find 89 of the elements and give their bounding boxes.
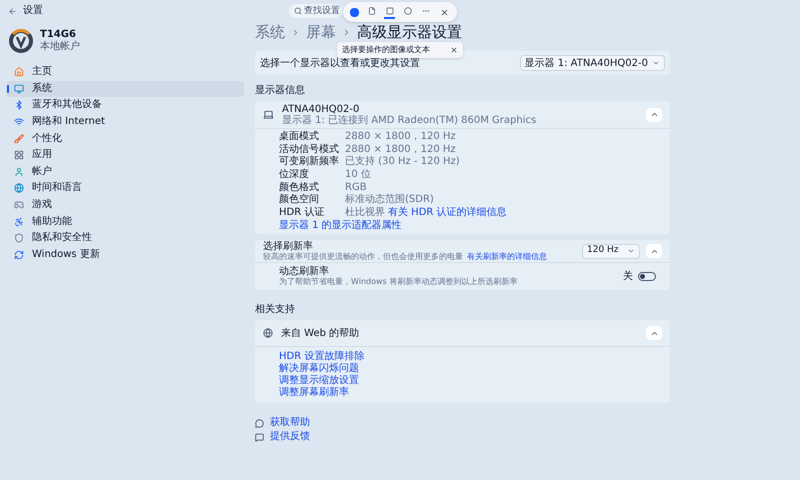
sidebar-item[interactable]: 蓝牙和其他设备 <box>6 97 244 114</box>
dynamic-refresh-title: 动态刷新率 <box>279 266 330 278</box>
account-name: T14G6 <box>40 29 77 40</box>
sidebar-item[interactable]: 应用 <box>6 146 244 164</box>
info-value: 2880 × 1800，120 Hz <box>345 144 456 155</box>
chat-icon <box>255 418 264 428</box>
refresh-rate-description: 较高的速率可提供更流畅的动作，但也会使用更多的电量 <box>263 252 463 262</box>
help-card-title: 来自 Web 的帮助 <box>281 326 360 341</box>
section-heading: 相关支持 <box>255 302 296 318</box>
sidebar-item[interactable]: 辅助功能 <box>6 213 244 230</box>
rectangle-icon <box>386 7 394 15</box>
separator-icon <box>291 28 300 36</box>
info-value: 标准动态范围(SDR) <box>345 195 434 206</box>
gamepad-icon <box>14 200 24 210</box>
collapse-button[interactable] <box>646 108 662 122</box>
sidebar-item[interactable]: 网络和 Internet <box>6 114 244 130</box>
info-label: 颜色格式 <box>279 182 320 193</box>
sidebar-item[interactable]: 帐户 <box>6 164 244 180</box>
display-select-label: 选择一个显示器以查看或更改其设置 <box>260 56 420 70</box>
update-icon <box>14 250 24 260</box>
apps-icon <box>14 150 24 160</box>
sidebar-item[interactable]: Windows 更新 <box>6 246 244 264</box>
info-label: HDR 认证 <box>279 208 326 218</box>
toggle-switch[interactable] <box>638 272 656 282</box>
footer-link[interactable]: 提供反馈 <box>270 431 310 444</box>
search-field[interactable]: 查找设置 <box>289 4 342 18</box>
sidebar-item[interactable]: 隐私和安全性 <box>6 230 244 247</box>
close-icon[interactable] <box>440 8 449 16</box>
search-icon <box>294 7 302 15</box>
info-label: 颜色空间 <box>279 195 320 206</box>
info-label: 活动信号模式 <box>279 144 340 155</box>
info-value: RGB <box>345 182 367 193</box>
monitor-icon <box>14 84 24 94</box>
refresh-details-link[interactable]: 有关刷新率的详细信息 <box>467 252 547 262</box>
globe-icon <box>263 328 273 338</box>
back-icon[interactable] <box>8 6 17 16</box>
help-link[interactable]: 调整屏幕刷新率 <box>279 387 349 400</box>
brush-icon <box>14 134 24 144</box>
info-label: 可变刷新频率 <box>279 157 340 168</box>
bluetooth-icon <box>14 100 24 110</box>
info-value: 2880 × 1800，120 Hz <box>345 132 456 142</box>
home-icon <box>14 67 24 78</box>
dynamic-refresh-description: 为了帮助节省电量，Windows 将刷新率动态调整到以上所选刷新率 <box>279 277 518 288</box>
separator-icon <box>342 28 351 36</box>
display-subtitle: 显示器 1: 已连接到 AMD Radeon(TM) 860M Graphics <box>282 114 538 126</box>
info-value: 10 位 <box>345 170 371 180</box>
info-label: 位深度 <box>279 170 310 180</box>
page-icon <box>368 7 376 15</box>
person-icon <box>14 166 24 177</box>
sidebar-item[interactable]: 个性化 <box>6 130 244 147</box>
circle-icon <box>404 7 412 15</box>
hdr-details-link[interactable]: 有关 HDR 认证的详细信息 <box>388 208 507 218</box>
footer-link[interactable]: 获取帮助 <box>270 417 310 430</box>
app-icon <box>350 8 359 16</box>
info-label: 桌面模式 <box>279 132 319 142</box>
globe-icon <box>14 183 24 194</box>
feedback-icon <box>255 432 264 442</box>
account-type: 本地帐户 <box>40 41 80 53</box>
help-link[interactable]: 解决屏幕闪烁问题 <box>279 363 359 376</box>
snip-tool[interactable] <box>384 5 395 19</box>
sidebar-item[interactable]: 系统 <box>6 80 244 98</box>
sidebar-item[interactable]: 主页 <box>6 64 244 81</box>
display-dropdown[interactable]: 显示器 1: ATNA40HQ02-0 <box>520 55 665 71</box>
refresh-rate-title: 选择刷新率 <box>263 240 314 252</box>
laptop-icon <box>263 109 274 120</box>
collapse-button[interactable] <box>646 244 662 258</box>
chevron-up-icon <box>650 110 658 119</box>
section-heading: 显示器信息 <box>255 84 306 98</box>
sidebar-item[interactable]: 游戏 <box>6 196 244 214</box>
collapse-button[interactable] <box>646 326 662 340</box>
display-name: ATNA40HQ02-0 <box>282 104 360 114</box>
refresh-rate-dropdown[interactable]: 120 Hz <box>582 244 640 259</box>
help-link[interactable]: HDR 设置故障排除 <box>279 351 364 364</box>
toggle-state-label: 关 <box>623 270 633 284</box>
breadcrumb-item[interactable]: 系统 <box>255 24 285 40</box>
breadcrumb-item[interactable]: 屏幕 <box>306 24 336 40</box>
help-link[interactable]: 调整显示缩放设置 <box>279 375 359 388</box>
shield-icon <box>14 233 24 244</box>
info-value: 已支持 (30 Hz - 120 Hz) <box>345 157 460 168</box>
tooltip-text: 选择要操作的图像或文本 <box>342 44 430 56</box>
avatar-icon <box>8 28 34 54</box>
accessibility-icon <box>14 216 24 227</box>
breadcrumb-item: 高级显示器设置 <box>357 24 462 40</box>
close-icon[interactable] <box>450 46 458 54</box>
sidebar-item[interactable]: 时间和语言 <box>6 180 244 197</box>
window-title: 设置 <box>23 6 43 16</box>
info-value: 杜比视界 <box>345 208 385 218</box>
adapter-properties-link[interactable]: 显示器 1 的显示适配器属性 <box>279 219 402 232</box>
chevron-down-icon <box>652 59 660 67</box>
